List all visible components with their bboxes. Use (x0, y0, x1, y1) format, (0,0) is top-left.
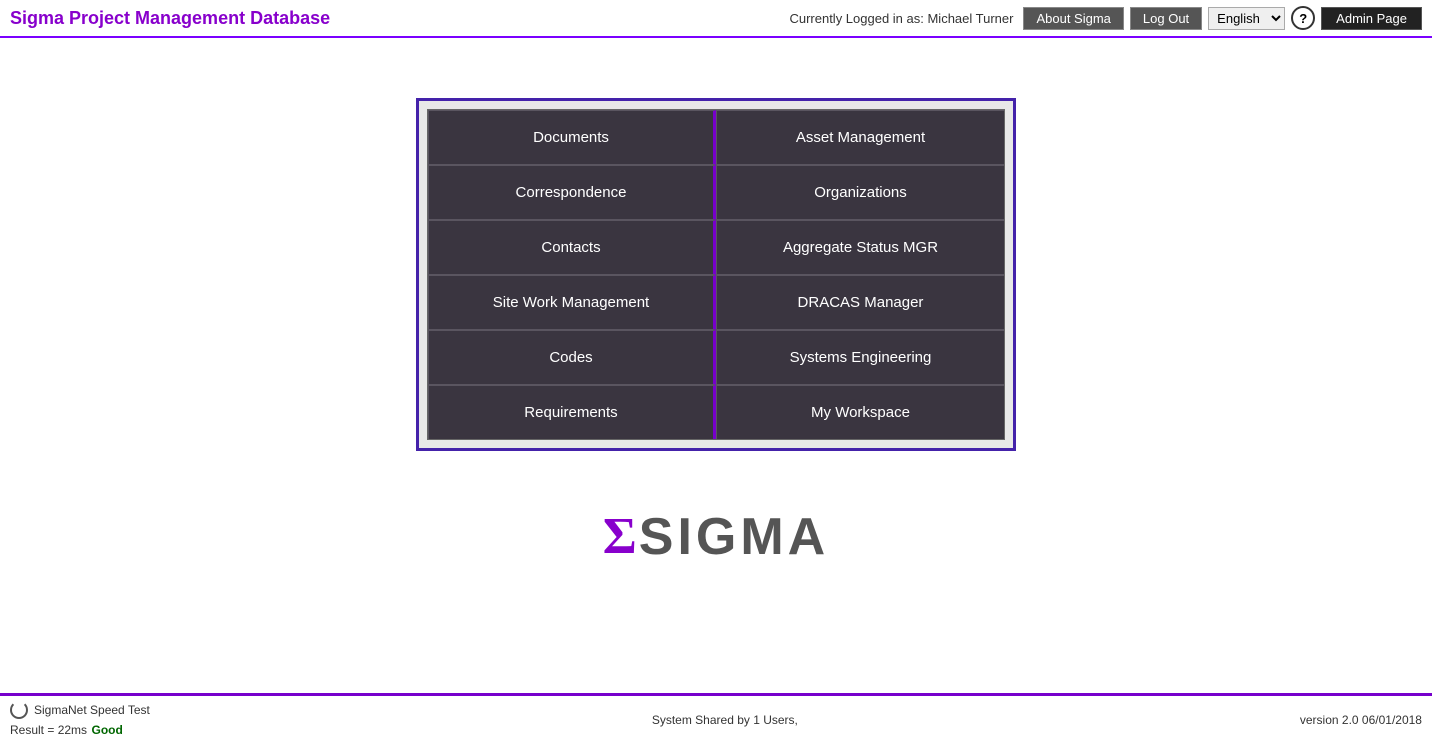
about-sigma-button[interactable]: About Sigma (1023, 7, 1123, 30)
nav-cell-dracas-manager[interactable]: DRACAS Manager (716, 275, 1004, 330)
system-info: System Shared by 1 Users, (652, 713, 798, 727)
nav-cell-my-workspace[interactable]: My Workspace (716, 385, 1004, 439)
nav-cell-aggregate-status-mgr[interactable]: Aggregate Status MGR (716, 220, 1004, 275)
footer-left: SigmaNet Speed Test Result = 22ms Good (10, 701, 150, 739)
help-button[interactable]: ? (1291, 6, 1315, 30)
nav-cell-site-work-management[interactable]: Site Work Management (428, 275, 716, 330)
speed-result: Result = 22ms (10, 723, 87, 737)
sigma-text: SIGMA (639, 511, 829, 563)
header: Sigma Project Management Database Curren… (0, 0, 1432, 38)
nav-cell-organizations[interactable]: Organizations (716, 165, 1004, 220)
logo-area: Σ SIGMA (603, 511, 829, 563)
nav-cell-systems-engineering[interactable]: Systems Engineering (716, 330, 1004, 385)
version-label: version (1300, 713, 1339, 727)
nav-grid: DocumentsAsset ManagementCorrespondenceO… (427, 109, 1005, 440)
nav-cell-documents[interactable]: Documents (428, 110, 716, 165)
sigma-symbol: Σ (603, 511, 637, 563)
main-content: DocumentsAsset ManagementCorrespondenceO… (0, 38, 1432, 563)
speed-good-badge: Good (92, 723, 123, 737)
header-controls: Currently Logged in as: Michael Turner A… (789, 6, 1422, 30)
nav-cell-correspondence[interactable]: Correspondence (428, 165, 716, 220)
nav-cell-contacts[interactable]: Contacts (428, 220, 716, 275)
version-info: version 2.0 06/01/2018 (1300, 713, 1422, 727)
nav-cell-requirements[interactable]: Requirements (428, 385, 716, 439)
footer: SigmaNet Speed Test Result = 22ms Good S… (0, 693, 1432, 743)
nav-cell-codes[interactable]: Codes (428, 330, 716, 385)
nav-cell-asset-management[interactable]: Asset Management (716, 110, 1004, 165)
refresh-icon[interactable] (10, 701, 28, 719)
admin-page-button[interactable]: Admin Page (1321, 7, 1422, 30)
logout-button[interactable]: Log Out (1130, 7, 1202, 30)
nav-container: DocumentsAsset ManagementCorrespondenceO… (416, 98, 1016, 451)
app-title: Sigma Project Management Database (10, 8, 330, 29)
version-date: 06/01/2018 (1362, 713, 1422, 727)
sigma-logo: Σ SIGMA (603, 511, 829, 563)
speed-test-label: SigmaNet Speed Test (34, 703, 150, 717)
speed-test-line: SigmaNet Speed Test (10, 701, 150, 719)
logged-in-label: Currently Logged in as: Michael Turner (789, 11, 1013, 26)
version-number: 2.0 (1342, 713, 1359, 727)
speed-result-line: Result = 22ms Good (10, 721, 150, 739)
language-select[interactable]: English Spanish French (1208, 7, 1285, 30)
